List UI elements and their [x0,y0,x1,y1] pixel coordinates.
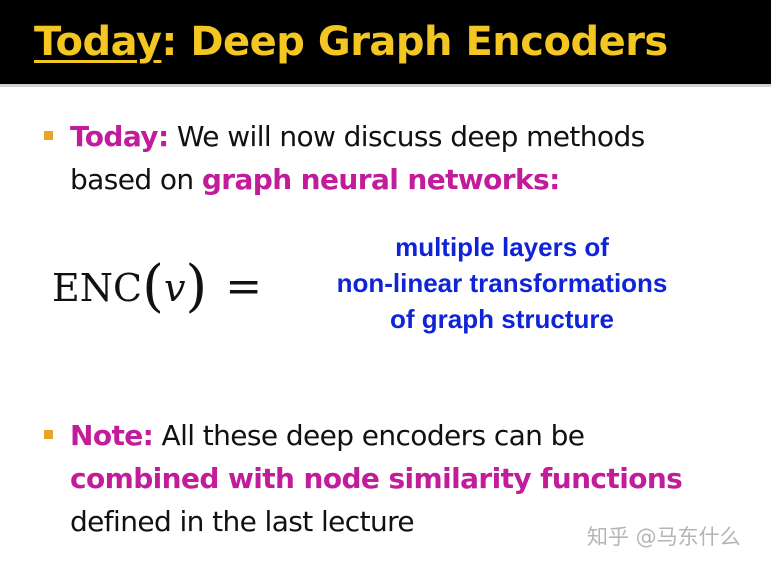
bullet-1-line-2: based on graph neural networks: [70,160,560,200]
formula-function: ENC [52,266,143,310]
formula-open-paren: ( [142,254,164,319]
title-rest: : Deep Graph Encoders [161,19,668,65]
title-bar: Today: Deep Graph Encoders [0,0,771,84]
bullet-2-emphasis: combined with node similarity functions [70,462,683,495]
bullet-1-line-2-text: based on [70,163,202,196]
definition-line-2: non-linear transformations [336,268,668,298]
bullet-1-text: We will now discuss deep methods [168,120,645,153]
encoder-formula: ENC(v) = [52,252,262,323]
formula-close-paren: ) [185,254,208,319]
formula-equals: = [225,261,263,312]
title-highlight: Today [34,19,162,65]
bullet-1-lead: Today: [70,120,169,153]
slide-title: Today: Deep Graph Encoders [34,14,668,70]
bullet-square-icon [44,430,53,439]
definition-line-3: of graph structure [390,304,614,334]
bullet-2-lead: Note: [70,419,154,452]
definition-line-1: multiple layers of [395,232,609,262]
bullet-square-icon [44,131,53,140]
title-divider [0,84,771,87]
bullet-2-line-3-text: defined in the last lecture [70,505,415,538]
bullet-1-emphasis: graph neural networks: [201,163,560,196]
bullet-2-line-3: defined in the last lecture [70,502,415,542]
bullet-2-text: All these deep encoders can be [153,419,585,452]
bullet-2-line-1: Note: All these deep encoders can be [70,416,585,456]
bullet-1-line-1: Today: We will now discuss deep methods [70,117,645,157]
formula-variable: v [163,266,186,310]
watermark: 知乎 @马东什么 [587,525,741,549]
bullet-2-line-2: combined with node similarity functions [70,459,683,499]
